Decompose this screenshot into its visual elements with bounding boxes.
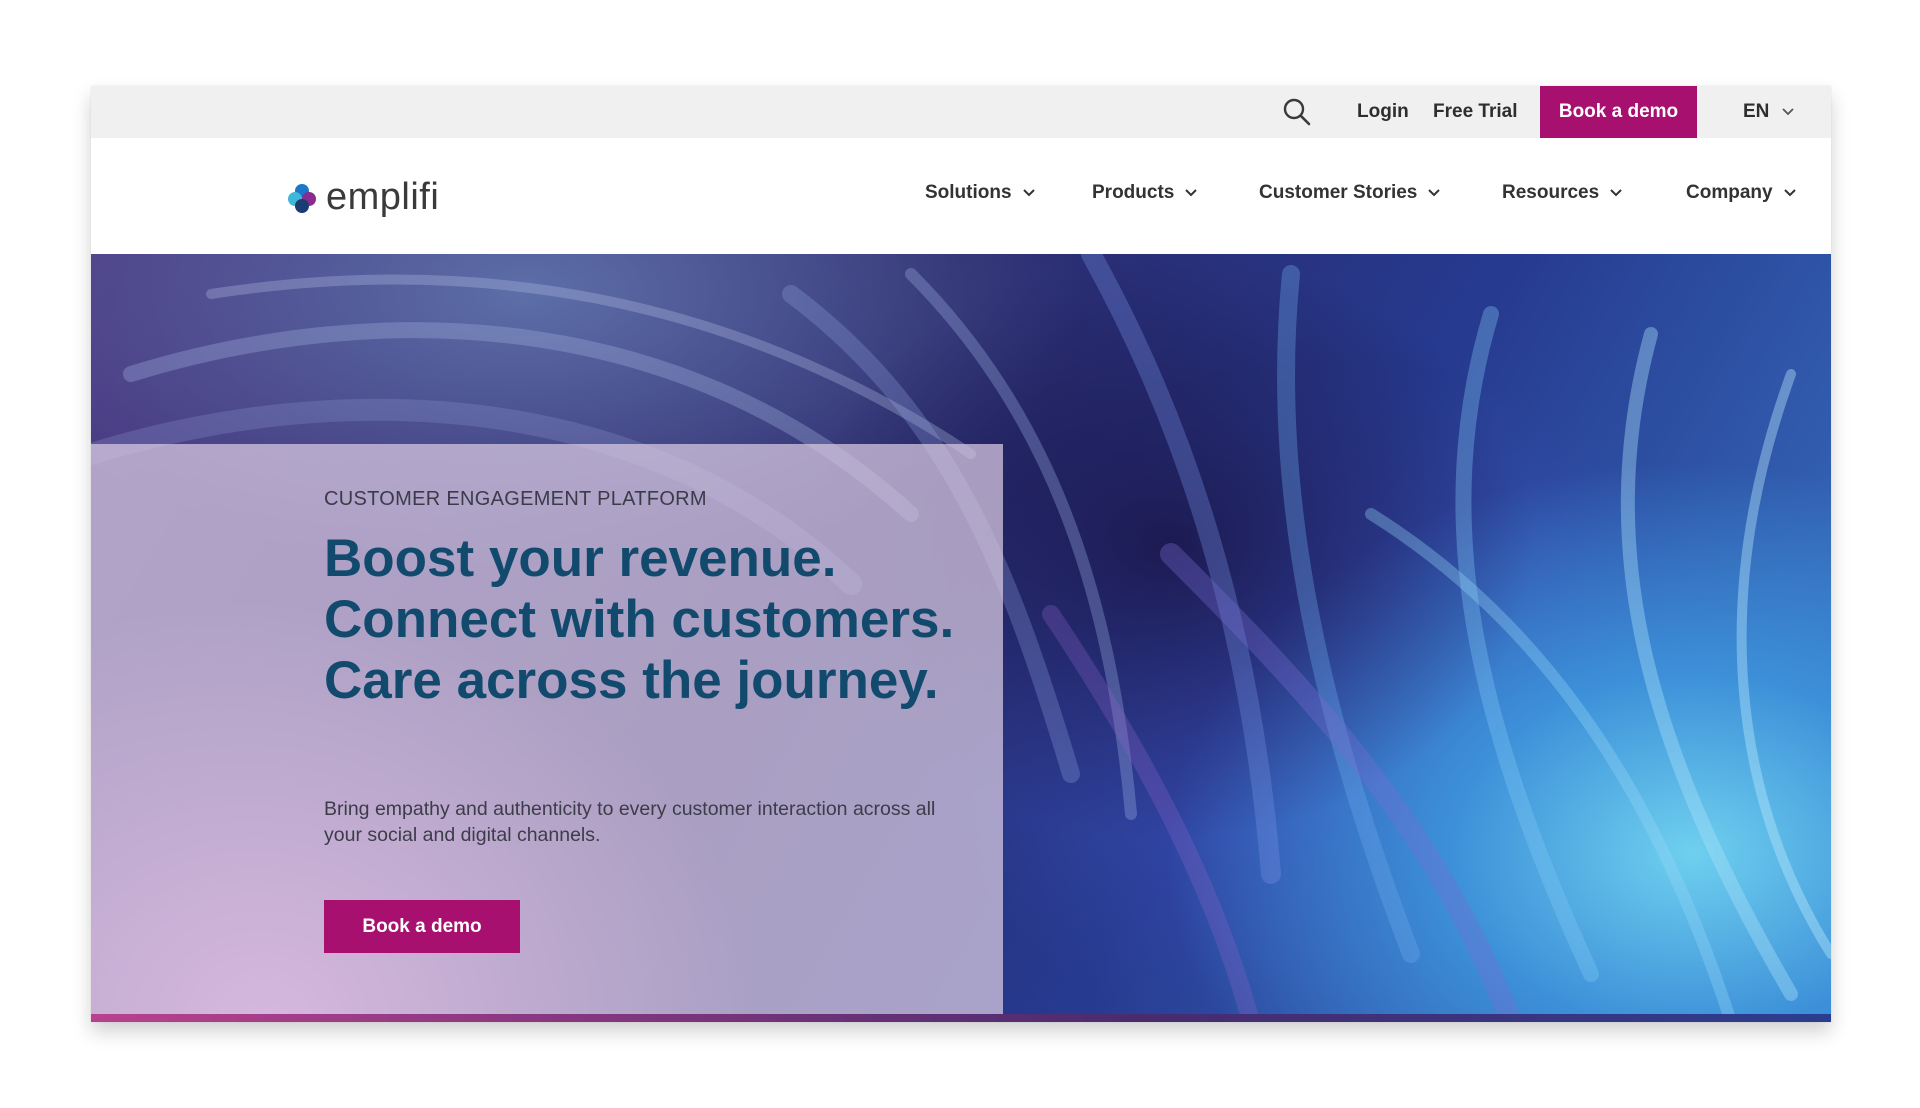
free-trial-link[interactable]: Free Trial [1433,86,1518,138]
logo[interactable]: emplifi [284,176,439,219]
nav-label: Solutions [925,182,1012,203]
nav-company[interactable]: Company [1686,182,1797,204]
hero-subtext: Bring empathy and authenticity to every … [324,798,936,846]
browser-viewport: Login Free Trial Book a demo EN emplifi … [91,86,1831,1022]
search-icon[interactable] [1280,95,1314,129]
nav-label: Customer Stories [1259,182,1418,203]
chevron-down-icon [1610,189,1622,197]
hero-section: CUSTOMER ENGAGEMENT PLATFORM Boost your … [91,254,1831,1022]
chevron-down-icon [1428,189,1441,197]
nav-solutions[interactable]: Solutions [925,182,1036,204]
nav-products[interactable]: Products [1092,182,1198,204]
logo-wordmark: emplifi [326,176,440,218]
main-nav: emplifi Solutions Products Customer Stor… [91,138,1831,254]
hero-headline: Boost your revenue. Connect with custome… [324,529,955,710]
login-link[interactable]: Login [1357,86,1409,138]
utility-bar: Login Free Trial Book a demo EN [91,86,1831,138]
chevron-down-icon [1022,189,1035,197]
chevron-down-icon [1782,108,1795,116]
nav-label: Products [1092,182,1175,203]
book-demo-button-top[interactable]: Book a demo [1540,86,1697,138]
nav-label: Company [1686,182,1773,203]
language-selector[interactable]: EN [1743,86,1795,138]
nav-resources[interactable]: Resources [1502,182,1623,204]
hero-bottom-border [91,1014,1831,1022]
hero-card: CUSTOMER ENGAGEMENT PLATFORM Boost your … [91,444,1003,1014]
nav-label: Resources [1502,182,1600,203]
logo-mark-icon [288,183,316,213]
book-demo-button-hero[interactable]: Book a demo [324,900,520,953]
chevron-down-icon [1185,189,1198,197]
chevron-down-icon [1783,189,1796,197]
language-label: EN [1743,101,1770,122]
nav-customer-stories[interactable]: Customer Stories [1259,182,1441,204]
hero-eyebrow: CUSTOMER ENGAGEMENT PLATFORM [324,488,707,510]
